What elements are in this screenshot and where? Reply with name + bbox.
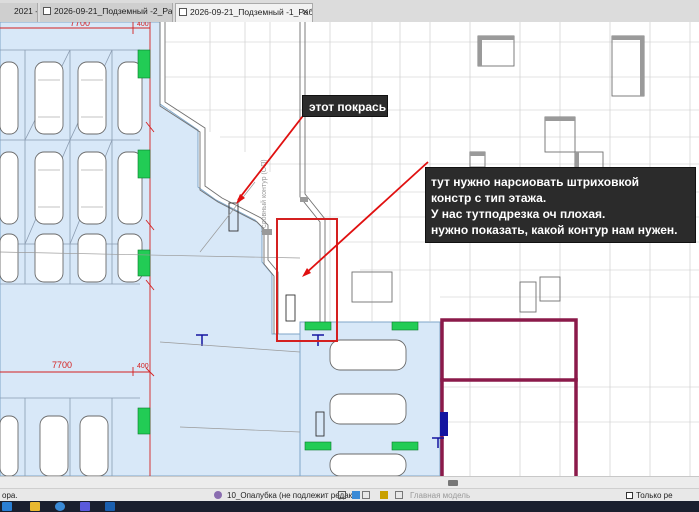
workset-selector[interactable]: 10_Опалубка (не подлежит редак xyxy=(227,490,352,501)
design-option-icon[interactable] xyxy=(395,491,403,499)
view-tab-bar: 2021 - вид 2026-09-21_Подземный -2_Рабоч… xyxy=(0,0,699,23)
folder-icon[interactable] xyxy=(30,502,40,511)
tab-label: 2026-09-21_Подземный -1_Раб... xyxy=(190,7,313,17)
blue-element xyxy=(440,412,448,436)
status-text: ора. xyxy=(2,491,18,500)
callout-paint-text: этот покрась xyxy=(309,100,387,114)
dimension-label: 400 xyxy=(137,22,149,28)
windows-taskbar xyxy=(0,501,699,512)
tab-floor-minus-2[interactable]: 2026-09-21_Подземный -2_Рабоч... xyxy=(40,3,173,22)
tab-floor-minus-1[interactable]: 2026-09-21_Подземный -1_Раб... ✕ xyxy=(175,3,313,22)
callout-hatch-line: нужно показать, какой контур нам нужен. xyxy=(431,223,678,237)
floor-plan-icon xyxy=(179,8,187,16)
editable-icon[interactable] xyxy=(352,491,360,499)
start-icon[interactable] xyxy=(2,502,12,511)
editable-only-checkbox[interactable] xyxy=(626,492,633,499)
scrollbar-thumb[interactable] xyxy=(448,480,458,486)
browser-icon[interactable] xyxy=(55,502,65,511)
close-icon[interactable]: ✕ xyxy=(301,4,309,21)
dropdown-icon[interactable] xyxy=(338,491,346,499)
callout-hatch-line: констр с тип этажа. xyxy=(431,191,547,205)
callout-hatch-line: тут нужно нарсиовать штриховкой xyxy=(431,175,640,189)
floor-plan-icon xyxy=(43,7,51,15)
dimension-label: 7700 xyxy=(70,22,90,28)
view-icon[interactable] xyxy=(362,491,370,499)
app-icon[interactable] xyxy=(80,502,90,511)
model-label: Главная модель xyxy=(410,491,471,500)
parked-cars-right xyxy=(329,339,407,476)
dimension-label: 7700 xyxy=(52,360,72,370)
tab-view-2021[interactable]: 2021 - вид xyxy=(0,3,38,22)
sync-icon[interactable] xyxy=(380,491,388,499)
dimension-label: 400 xyxy=(137,363,149,370)
only-label: Только ре xyxy=(636,491,673,500)
revit-icon[interactable] xyxy=(105,502,115,511)
tab-label: 2026-09-21_Подземный -2_Рабоч... xyxy=(54,6,173,16)
tab-label: 2021 - вид xyxy=(14,6,38,16)
workset-icon xyxy=(214,491,222,499)
magenta-room xyxy=(440,318,578,476)
callout-hatch-line: У нас тутподрезка оч плохая. xyxy=(431,207,606,221)
callout-hatch: тут нужно нарсиовать штриховкой констр с… xyxy=(425,167,696,243)
status-bar: ора. 10_Опалубка (не подлежит редак Глав… xyxy=(0,488,699,502)
floor-plan-drawing: 7700 400 7700 400 Условный контур (ОП) xyxy=(0,22,699,476)
callout-paint: этот покрась xyxy=(302,95,388,117)
drawing-canvas[interactable]: 7700 400 7700 400 Условный контур (ОП) э… xyxy=(0,22,699,476)
